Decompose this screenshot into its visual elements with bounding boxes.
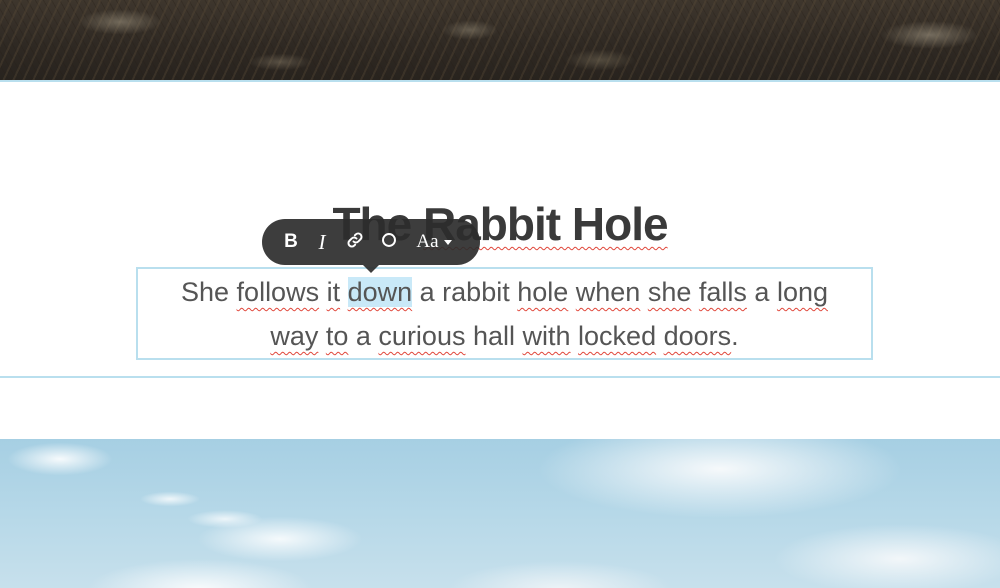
link-icon — [346, 231, 364, 254]
text-run: a — [348, 321, 379, 351]
section-title[interactable]: The Rabbit Hole — [0, 196, 1000, 252]
page: The Rabbit Hole She follows it down a ra… — [0, 0, 1000, 588]
text-run: . — [731, 321, 739, 351]
text-run: it — [326, 277, 341, 307]
link-button[interactable] — [342, 219, 368, 265]
selected-word[interactable]: down — [347, 277, 413, 307]
format-toolbar: B I Aa — [262, 219, 480, 273]
top-photo — [0, 0, 1000, 80]
bold-button[interactable]: B — [278, 219, 304, 265]
text-run — [640, 277, 648, 307]
text-run — [568, 277, 576, 307]
text-run — [340, 277, 348, 307]
text-run: hall — [465, 321, 523, 351]
text-run: follows — [236, 277, 320, 307]
text-run: curious — [378, 321, 466, 351]
color-button[interactable] — [376, 219, 402, 265]
bottom-photo — [0, 439, 1000, 588]
text-run: doors — [663, 321, 732, 351]
text-run: long — [776, 277, 828, 307]
text-run: hole — [517, 277, 569, 307]
italic-button[interactable]: I — [310, 219, 334, 265]
text-run: to — [325, 321, 349, 351]
circle-icon — [380, 231, 398, 254]
body-paragraph[interactable]: She follows it down a rabbit hole when s… — [136, 270, 873, 358]
text-run — [691, 277, 699, 307]
text-run: she — [647, 277, 692, 307]
text-run: way — [270, 321, 319, 351]
text-run: She — [181, 277, 237, 307]
text-run — [571, 321, 579, 351]
font-size-dropdown[interactable]: Aa — [408, 219, 460, 265]
text-run: a — [746, 277, 777, 307]
text-run — [318, 321, 326, 351]
text-run: locked — [578, 321, 657, 351]
caret-down-icon — [443, 239, 452, 245]
text-run — [319, 277, 327, 307]
text-run: when — [575, 277, 641, 307]
text-run — [656, 321, 664, 351]
font-size-label: Aa — [416, 231, 439, 252]
text-run: falls — [698, 277, 747, 307]
text-run: a rabbit — [412, 277, 518, 307]
text-run: with — [522, 321, 571, 351]
